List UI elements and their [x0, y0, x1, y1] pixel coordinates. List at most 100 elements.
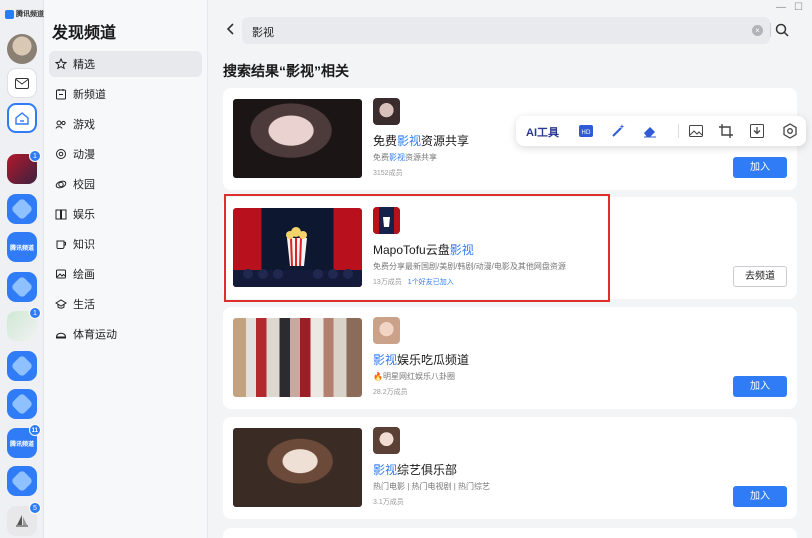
channel-shortcut-9[interactable] [7, 466, 37, 496]
channel-card[interactable]: 影视娱乐吃瓜频道 🔥明星网红娱乐八卦圈 28.2万成员 加入 [223, 307, 797, 409]
crop-icon[interactable] [718, 123, 734, 139]
user-avatar[interactable] [7, 34, 37, 64]
channel-shortcut-7[interactable] [7, 389, 37, 419]
channel-shortcut-8[interactable]: 腾讯频道 11 [7, 424, 41, 458]
ai-tools-button[interactable]: AI工具 [526, 124, 559, 140]
channel-card[interactable]: 影视综艺俱乐部 热门电影 | 热门电视剧 | 热门综艺 3.1万成员 加入 [223, 417, 797, 519]
magic-wand-icon[interactable] [610, 123, 626, 139]
channel-name: 影视综艺俱乐部 [373, 463, 458, 477]
search-input[interactable]: 影视 [252, 24, 274, 40]
search-bar[interactable]: 影视 × [242, 17, 770, 44]
channel-card[interactable] [223, 528, 797, 538]
highlight-box [224, 194, 610, 302]
book-icon [55, 209, 67, 220]
join-button[interactable]: 加入 [733, 376, 787, 397]
unread-badge: 5 [29, 502, 41, 514]
app-logo: 腾讯频道 [5, 9, 44, 19]
sidebar-item-label: 生活 [73, 299, 95, 311]
search-divider [770, 23, 771, 37]
sidebar-item-label: 体育运动 [73, 329, 117, 341]
sidebar-item-entertainment[interactable]: 娱乐 [49, 201, 202, 227]
channel-shortcut-5[interactable]: 1 [7, 307, 41, 341]
home-icon [15, 111, 29, 125]
star-icon [55, 58, 67, 70]
unread-badge: 1 [29, 307, 41, 319]
join-button[interactable]: 加入 [733, 486, 787, 507]
category-sidebar: 发现频道 精选 新频道 游戏 动漫 校园 娱乐 知识 绘画 生活 体育运动 [44, 0, 208, 538]
sidebar-item-label: 新频道 [73, 89, 106, 101]
channel-cover-image [233, 318, 362, 397]
channel-avatar [373, 317, 400, 344]
sidebar-item-featured[interactable]: 精选 [49, 51, 202, 77]
painting-icon [56, 269, 66, 279]
sidebar-item-label: 知识 [73, 239, 95, 251]
channel-shortcut-4[interactable] [7, 272, 37, 302]
sidebar-item-label: 精选 [73, 59, 95, 71]
channel-shortcut-1[interactable]: 1 [7, 150, 41, 184]
sidebar-title: 发现频道 [52, 25, 117, 42]
sidebar-item-knowledge[interactable]: 知识 [49, 231, 202, 257]
app-rail: 腾讯频道 1 腾讯频道 1 腾讯频道 11 5 [0, 0, 44, 538]
search-icon[interactable] [774, 22, 790, 38]
channel-name: 影视娱乐吃瓜频道 [373, 353, 470, 367]
channel-description: 热门电影 | 热门电视剧 | 热门综艺 [373, 482, 491, 491]
knowledge-icon [56, 240, 66, 249]
sidebar-item-label: 绘画 [73, 269, 95, 281]
channel-name: 免费影视资源共享 [373, 134, 470, 148]
sidebar-item-new-channel[interactable]: 新频道 [49, 81, 202, 107]
channel-shortcut-10[interactable]: 5 [7, 502, 41, 536]
minimize-button[interactable]: — [776, 2, 786, 13]
channel-avatar [373, 427, 400, 454]
sidebar-item-label: 娱乐 [73, 209, 95, 221]
channel-placeholder-icon [10, 275, 34, 299]
sidebar-item-life[interactable]: 生活 [49, 291, 202, 317]
image-edit-icon[interactable] [688, 123, 704, 139]
sports-icon [55, 332, 67, 339]
unread-badge: 11 [28, 424, 41, 436]
anime-icon [56, 149, 66, 159]
sidebar-item-label: 动漫 [73, 149, 95, 161]
sailboat-icon [16, 515, 28, 527]
channel-description: 🔥明星网红娱乐八卦圈 [373, 372, 455, 381]
sidebar-item-sports[interactable]: 体育运动 [49, 321, 202, 347]
settings-icon[interactable] [782, 123, 798, 139]
sidebar-item-label: 校园 [73, 179, 95, 191]
join-button[interactable]: 加入 [733, 157, 787, 178]
channel-members: 28.2万成员 [373, 389, 408, 396]
channel-placeholder-icon [10, 354, 34, 378]
channel-avatar [373, 98, 400, 125]
sidebar-item-anime[interactable]: 动漫 [49, 141, 202, 167]
download-icon[interactable] [749, 123, 765, 139]
channel-cover-image [233, 99, 362, 178]
sidebar-item-games[interactable]: 游戏 [49, 111, 202, 137]
clear-search-icon[interactable]: × [752, 25, 763, 36]
results-heading: 搜索结果“影视”相关 [223, 63, 349, 79]
channel-logo-text: 腾讯频道 [9, 441, 34, 448]
hd-enhance-icon[interactable]: HD [578, 123, 594, 139]
discover-button[interactable] [7, 103, 37, 133]
mail-icon [15, 77, 29, 89]
maximize-button[interactable]: ☐ [794, 2, 803, 13]
eraser-icon[interactable] [642, 123, 658, 139]
channel-shortcut-3[interactable]: 腾讯频道 [7, 232, 37, 262]
channel-description: 免费影视资源共享 [373, 153, 437, 162]
campus-icon [55, 180, 67, 189]
new-channel-icon [56, 89, 66, 100]
sidebar-item-painting[interactable]: 绘画 [49, 261, 202, 287]
sidebar-item-campus[interactable]: 校园 [49, 171, 202, 197]
sidebar-item-label: 游戏 [73, 119, 95, 131]
back-arrow-icon[interactable] [224, 22, 238, 36]
channel-placeholder-icon [10, 392, 34, 416]
channel-shortcut-2[interactable] [7, 194, 37, 224]
unread-badge: 1 [29, 150, 41, 162]
channel-members: 3152成员 [373, 170, 403, 177]
toolbar-divider [678, 124, 679, 138]
svg-text:HD: HD [581, 129, 591, 136]
gamepad-icon [55, 120, 66, 129]
channel-shortcut-6[interactable] [7, 351, 37, 381]
channel-placeholder-icon [10, 197, 34, 221]
app-logo-icon [5, 9, 14, 19]
go-to-channel-button[interactable]: 去频道 [733, 266, 787, 287]
ai-toolbar: AI工具 HD [516, 116, 806, 146]
mail-button[interactable] [7, 68, 37, 98]
